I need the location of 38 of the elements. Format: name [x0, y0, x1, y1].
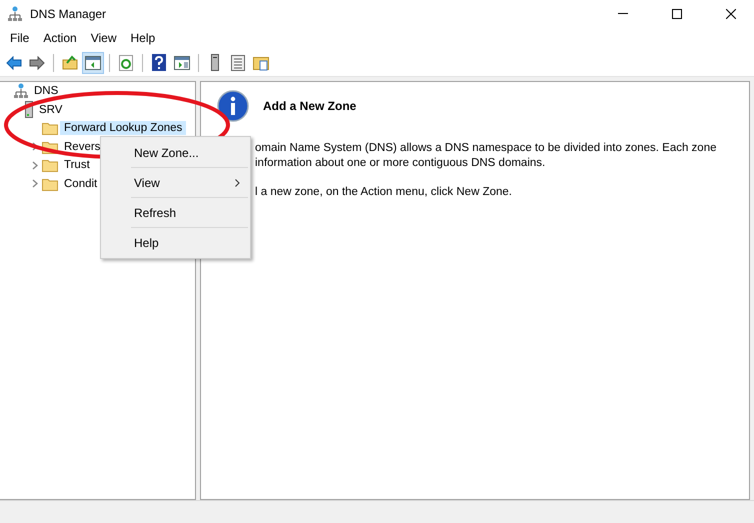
folder-up-icon	[62, 55, 78, 70]
window-title: DNS Manager	[30, 6, 108, 20]
tree-item[interactable]: Trust	[60, 158, 94, 172]
details-heading: Add a New Zone	[263, 99, 356, 113]
pane-icon	[85, 56, 101, 70]
minimize-icon	[618, 13, 628, 14]
tree-item[interactable]: Forward Lookup Zones	[60, 121, 186, 136]
tree-item[interactable]: Condit	[60, 176, 102, 191]
help-icon	[152, 54, 166, 71]
description-text: omain Name System (DNS) allows a DNS namespace to be divided into zones. Each zone	[255, 141, 718, 156]
toolbar-button[interactable]	[82, 52, 104, 74]
tree-item[interactable]: DNS	[30, 84, 62, 98]
context-menu-item[interactable]: Refresh	[101, 199, 250, 226]
back-arrow-icon	[6, 56, 22, 70]
context-menu-item[interactable]: View	[101, 169, 250, 196]
refresh-icon	[119, 54, 133, 70]
info-icon	[217, 90, 249, 122]
menu-item[interactable]: File	[3, 29, 36, 47]
close-icon	[726, 8, 736, 18]
folder-icon	[42, 121, 58, 136]
description-text: l a new zone, on the Action menu, click New Zone.	[255, 185, 513, 200]
menu-item[interactable]: Help	[124, 29, 162, 47]
tree-item[interactable]: SRV	[35, 102, 66, 117]
menu-item[interactable]: View	[84, 29, 124, 47]
list-icon	[231, 54, 245, 70]
network-icon	[8, 6, 22, 22]
submenu-chevron-icon	[235, 178, 240, 186]
pane-icon	[174, 56, 190, 70]
maximize-icon	[672, 8, 682, 18]
context-menu-item[interactable]: Help	[101, 229, 250, 256]
network-icon	[14, 83, 28, 100]
description-text: information about one or more contiguous DNS domains.	[255, 156, 546, 171]
folder-icon	[42, 158, 58, 172]
folder-icon	[42, 176, 58, 191]
menu-item[interactable]: Action	[36, 29, 84, 47]
forward-arrow-icon	[29, 56, 45, 70]
folder-icon	[253, 54, 269, 70]
server-icon	[211, 54, 219, 71]
